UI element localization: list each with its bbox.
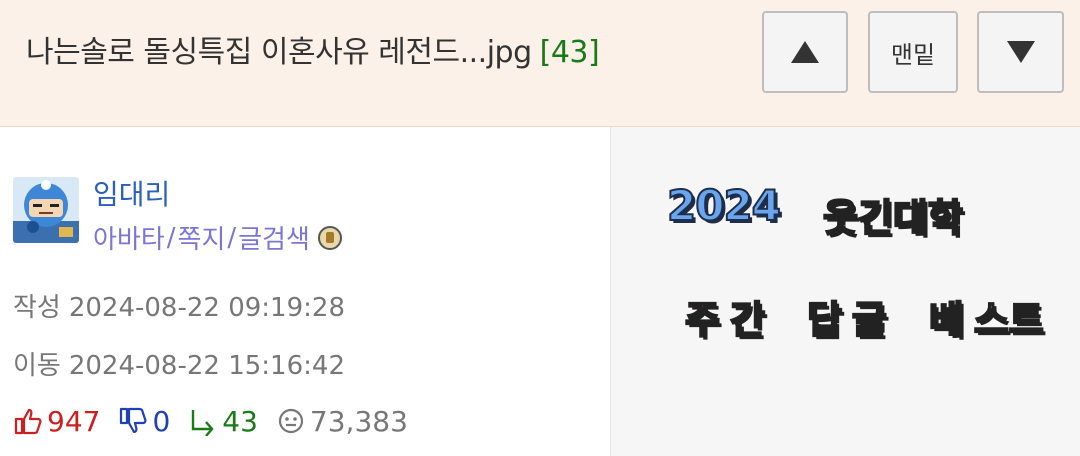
view-count-value: 73,383: [309, 404, 408, 438]
author-tools: 아바타 / 쪽지 / 글검색: [93, 219, 342, 256]
banner-char: 주: [684, 297, 721, 343]
avatar-link[interactable]: 아바타: [93, 219, 165, 256]
banner-char: 답: [806, 297, 843, 343]
scroll-down-button[interactable]: [977, 11, 1064, 93]
banner-char: 글: [851, 297, 888, 343]
view-count: 73,383: [276, 405, 408, 438]
post-header: 나는솔로 돌싱특집 이혼사유 레전드...jpg [43] 맨밑: [0, 0, 1080, 127]
message-link[interactable]: 쪽지: [178, 219, 226, 256]
written-value: 2024-08-22 09:19:28: [68, 293, 345, 323]
post-info-panel: 임대리 아바타 / 쪽지 / 글검색 작성 2024-08-22 09:19:28 이동 2…: [0, 127, 610, 456]
written-label: 작성: [13, 293, 61, 323]
banner-weekly-best: 주 간 답 글 베 스트: [684, 289, 1045, 344]
post-title: 나는솔로 돌싱특집 이혼사유 레전드...jpg [43]: [26, 30, 600, 76]
thumbs-down-icon: [120, 407, 147, 434]
upvote-button[interactable]: 947: [13, 405, 100, 438]
scroll-up-button[interactable]: [762, 11, 848, 93]
banner-char: 간: [729, 297, 766, 343]
arrow-down-icon: [1006, 41, 1035, 63]
level-badge-icon: [317, 225, 342, 250]
reply-count: 43: [222, 404, 258, 438]
banner-gap: [775, 289, 797, 344]
banner-year: 2024: [666, 180, 782, 231]
banner-gap: [897, 289, 919, 344]
post-stats: 947 0 43 73,383: [13, 403, 426, 439]
moved-value: 2024-08-22 15:16:42: [68, 351, 345, 381]
moved-time: 이동 2024-08-22 15:16:42: [13, 345, 345, 382]
banner-site-name: 웃긴대학: [822, 195, 964, 241]
author-name[interactable]: 임대리: [93, 173, 170, 213]
tools-separator: /: [227, 222, 237, 253]
downvote-count: 0: [152, 404, 171, 438]
avatar[interactable]: [13, 177, 79, 243]
tools-separator: /: [166, 222, 176, 253]
moved-label: 이동: [13, 351, 61, 381]
written-time: 작성 2024-08-22 09:19:28: [13, 287, 345, 324]
eye-icon: [278, 408, 304, 434]
scroll-bottom-button[interactable]: 맨밑: [868, 11, 958, 93]
downvote-button[interactable]: 0: [118, 405, 170, 438]
weekly-best-banner[interactable]: 2024 웃긴대학 주 간 답 글 베 스트: [610, 127, 1080, 456]
reply-icon: [192, 410, 214, 436]
banner-char: 베: [928, 297, 965, 343]
comment-count[interactable]: [43]: [540, 35, 600, 70]
banner-char: 스트: [973, 297, 1045, 343]
reply-count-link[interactable]: 43: [188, 405, 258, 438]
upvote-count: 947: [47, 404, 101, 438]
post-title-text: 나는솔로 돌싱특집 이혼사유 레전드...jpg: [26, 35, 532, 70]
post-search-link[interactable]: 글검색: [238, 219, 310, 256]
arrow-up-icon: [791, 41, 819, 63]
thumbs-up-icon: [14, 408, 42, 435]
